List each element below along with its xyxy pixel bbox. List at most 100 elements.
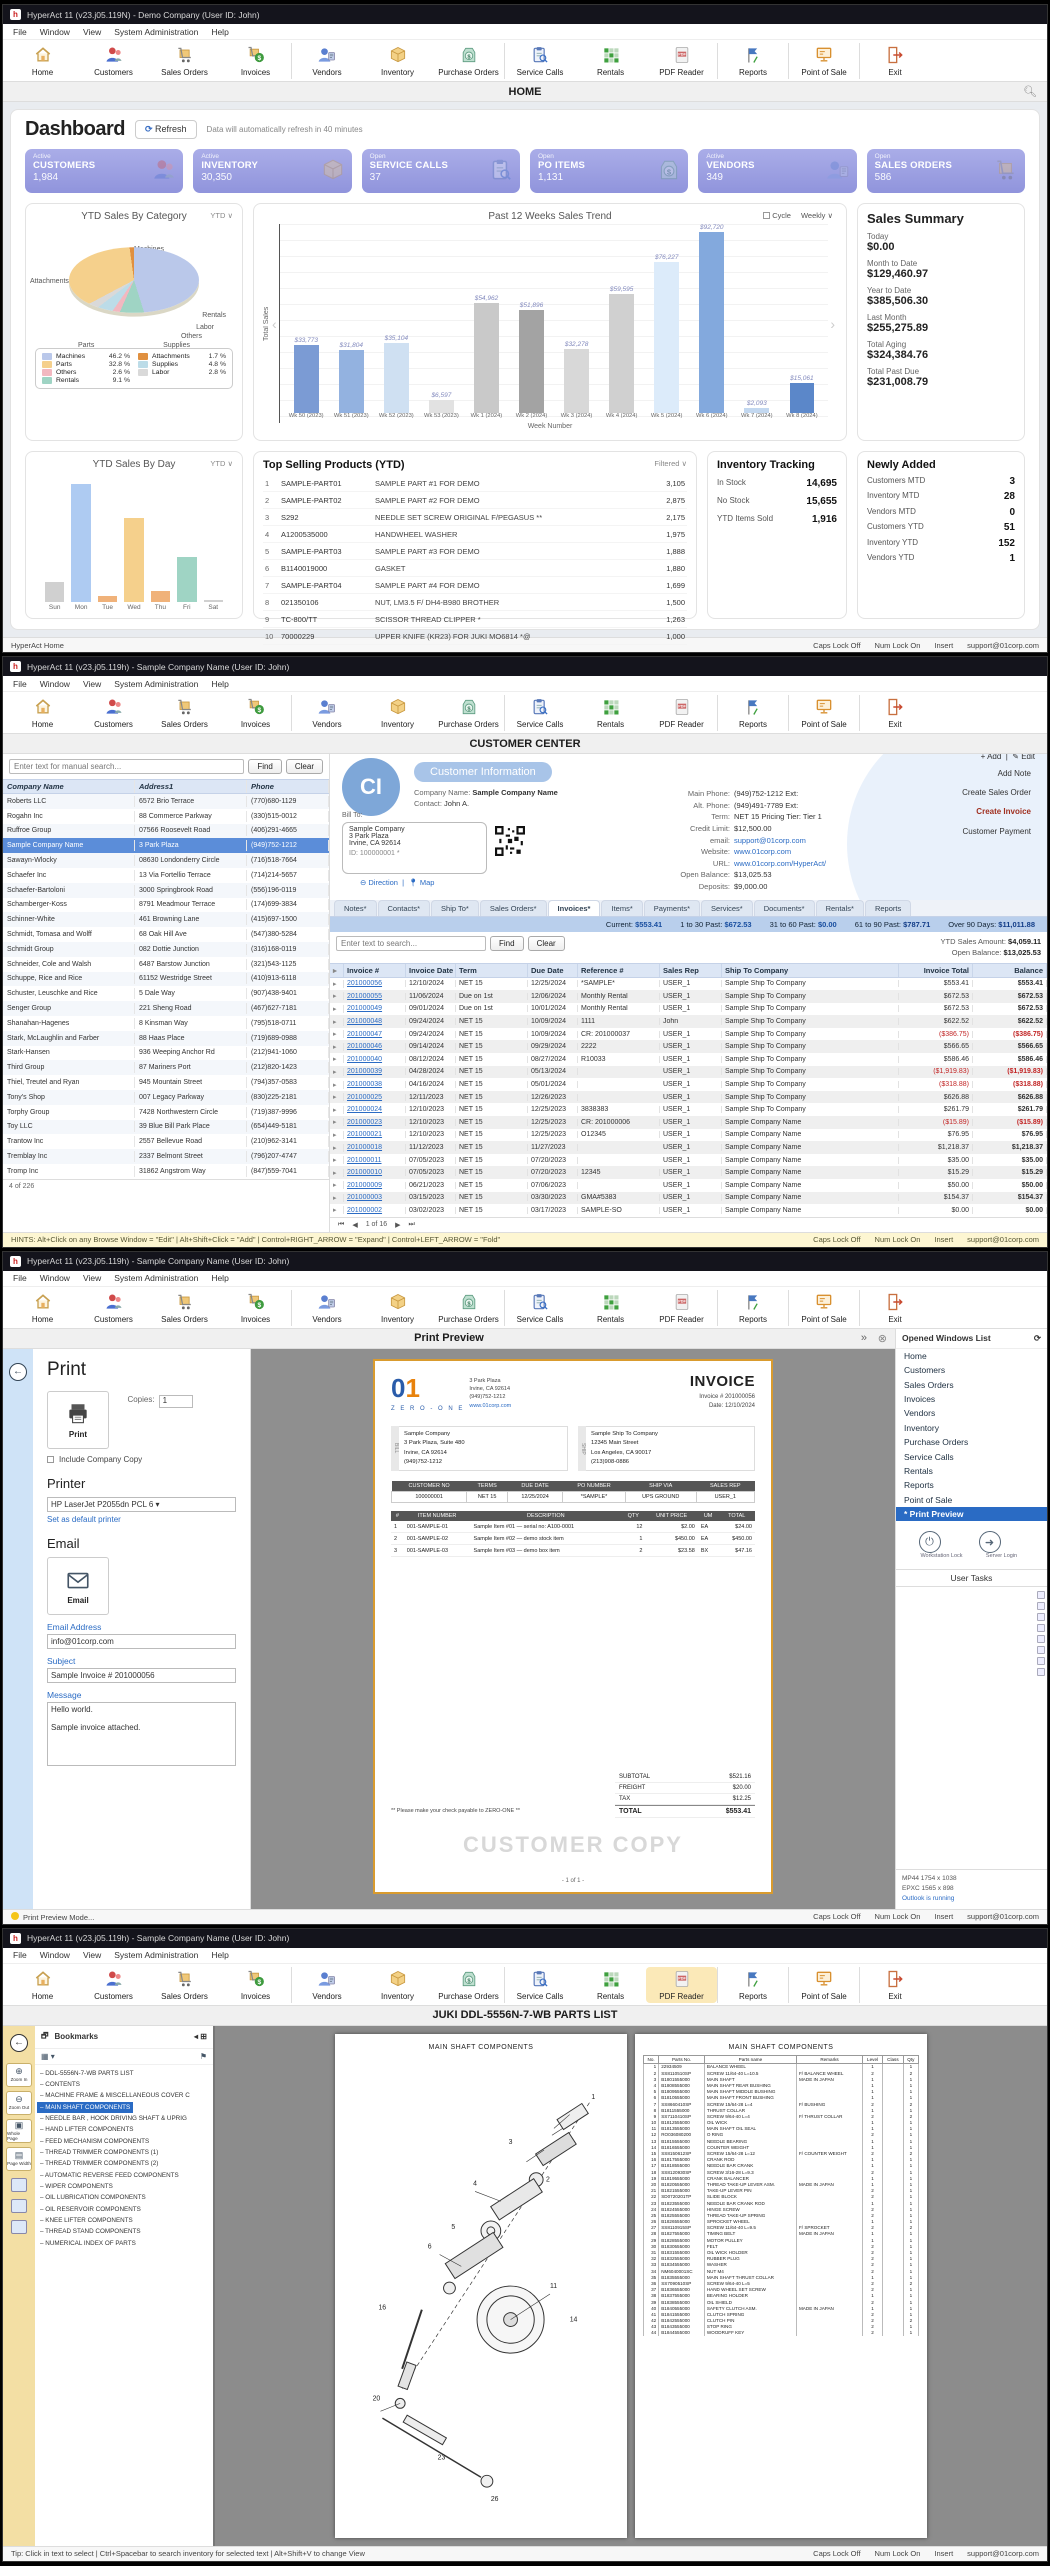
titlebar[interactable]: h HyperAct 11 (v23.j05.119h) - Sample Co… xyxy=(3,657,1047,676)
top-product-row[interactable]: 7 SAMPLE-PART04 SAMPLE PART #4 FOR DEMO … xyxy=(263,577,687,594)
kpi-tile[interactable]: Open SERVICE CALLS 37 xyxy=(362,149,520,193)
edit-button[interactable]: ✎ Edit xyxy=(1012,754,1035,761)
opened-window-item[interactable]: Reports xyxy=(896,1478,1047,1492)
toolbar-button[interactable]: Reports xyxy=(717,43,788,79)
toolbar-button[interactable]: Inventory xyxy=(362,43,433,79)
invoice-number-link[interactable]: 201000021 xyxy=(347,1131,382,1138)
invoice-number-link[interactable]: 201000047 xyxy=(347,1031,382,1038)
bar[interactable] xyxy=(609,294,634,413)
detail-tab[interactable]: Documents* xyxy=(754,900,815,916)
bookmark-item[interactable]: – OIL LUBRICATION COMPONENTS xyxy=(37,2194,149,2201)
create-invoice-link[interactable]: Create Invoice xyxy=(962,802,1031,821)
kpi-tile[interactable]: Open PO ITEMS 1,131 xyxy=(530,149,688,193)
bookmark-item[interactable]: – NUMERICAL INDEX OF PARTS xyxy=(37,2240,139,2247)
day-bar[interactable] xyxy=(71,484,90,602)
invoice-row[interactable]: ▸ 201000018 11/12/2023 NET 15 11/27/2023… xyxy=(330,1141,1047,1154)
customer-row[interactable]: Third Group 87 Mariners Port (212)820-14… xyxy=(3,1060,329,1075)
menu-item[interactable]: System Administration xyxy=(114,1950,198,1960)
top-product-row[interactable]: 10 70000229 UPPER KNIFE (KR23) FOR JUKI … xyxy=(263,628,687,645)
toolbar-button[interactable]: Point of Sale xyxy=(788,43,859,79)
customer-row[interactable]: Schaefer Inc 13 Via Fortellio Terrace (7… xyxy=(3,868,329,883)
invoice-number-link[interactable]: 201000049 xyxy=(347,1005,382,1012)
opened-window-item[interactable]: Service Calls xyxy=(896,1449,1047,1463)
bookmark-item[interactable]: – MACHINE FRAME & MISCELLANEOUS COVER C xyxy=(37,2092,193,2099)
customer-row[interactable]: Stark-Hansen 936 Weeping Anchor Rd (212)… xyxy=(3,1046,329,1061)
menu-item[interactable]: File xyxy=(13,1273,27,1283)
detail-tab[interactable]: Payments* xyxy=(644,900,700,916)
top-product-row[interactable]: 5 SAMPLE-PART03 SAMPLE PART #3 FOR DEMO … xyxy=(263,543,687,560)
invoice-row[interactable]: ▸ 201000038 04/16/2024 NET 15 05/01/2024… xyxy=(330,1078,1047,1091)
bar[interactable] xyxy=(699,232,724,413)
menu-item[interactable]: Window xyxy=(40,1950,70,1960)
opened-window-item[interactable]: Rentals xyxy=(896,1464,1047,1478)
invoice-number-link[interactable]: 201000010 xyxy=(347,1169,382,1176)
toolbar-button[interactable]: Point of Sale xyxy=(788,1967,859,2003)
toolbar-button[interactable]: PDF Reader xyxy=(646,1290,717,1326)
export-tool-icon[interactable] xyxy=(11,2220,27,2234)
toolbar-button[interactable]: PDF Reader xyxy=(646,43,717,79)
opened-window-item[interactable]: Home xyxy=(896,1349,1047,1363)
pdf-tool-button[interactable]: ▤ Page Width xyxy=(6,2147,32,2171)
customer-row[interactable]: Ruffroe Group 07566 Roosevelt Road (406)… xyxy=(3,824,329,839)
pages-icon[interactable]: 🗗︎ xyxy=(41,2030,49,2044)
bookmark-item[interactable]: – HAND LIFTER COMPONENTS xyxy=(37,2126,136,2133)
toolbar-button[interactable]: Vendors xyxy=(291,1290,362,1326)
customer-row[interactable]: Thiel, Treutel and Ryan 945 Mountain Str… xyxy=(3,1075,329,1090)
add-note-link[interactable]: Add Note xyxy=(962,764,1031,783)
toolbar-button[interactable]: Point of Sale xyxy=(788,695,859,731)
titlebar[interactable]: h HyperAct 11 (v23.j05.119N) - Demo Comp… xyxy=(3,5,1047,24)
map-link[interactable]: 📍︎ Map xyxy=(408,878,434,887)
invoice-row[interactable]: ▸ 201000049 09/01/2024 Due on 1st 10/01/… xyxy=(330,1003,1047,1016)
menu-item[interactable]: Help xyxy=(211,1950,228,1960)
toolbar-button[interactable]: Purchase Orders xyxy=(433,1967,504,2003)
print-tool-icon[interactable] xyxy=(11,2199,27,2213)
toolbar-button[interactable]: Rentals xyxy=(575,1967,646,2003)
invoice-number-link[interactable]: 201000038 xyxy=(347,1081,382,1088)
customer-row[interactable]: Trantow Inc 2557 Bellevue Road (210)962-… xyxy=(3,1134,329,1149)
pager-last[interactable]: ⏭ xyxy=(409,1221,415,1229)
toolbar-button[interactable]: Home xyxy=(7,1290,78,1326)
toolbar-button[interactable]: Sales Orders xyxy=(149,695,220,731)
toolbar-button[interactable]: PDF Reader xyxy=(646,1967,717,2003)
toolbar-button[interactable]: Invoices xyxy=(220,1290,291,1326)
settings-icon[interactable]: ⊗ xyxy=(878,1332,887,1345)
invoice-row[interactable]: ▸ 201000039 04/28/2024 NET 15 05/13/2024… xyxy=(330,1066,1047,1079)
bookmark-item[interactable]: – MAIN SHAFT COMPONENTS xyxy=(37,2102,133,2113)
toolbar-button[interactable]: Exit xyxy=(859,43,930,79)
bookmark-item[interactable]: – FEED MECHANISM COMPONENTS xyxy=(37,2138,152,2145)
invoice-row[interactable]: ▸ 201000023 12/10/2023 NET 15 12/25/2023… xyxy=(330,1116,1047,1129)
print-button[interactable]: Print xyxy=(47,1391,109,1449)
titlebar[interactable]: h HyperAct 11 (v23.j05.119h) - Sample Co… xyxy=(3,1252,1047,1271)
invoice-number-link[interactable]: 201000039 xyxy=(347,1068,382,1075)
day-bar[interactable] xyxy=(177,557,196,602)
opened-window-item[interactable]: * Print Preview xyxy=(896,1507,1047,1521)
kpi-tile[interactable]: Open SALES ORDERS 586 xyxy=(867,149,1025,193)
invoice-number-link[interactable]: 201000046 xyxy=(347,1043,382,1050)
toolbar-button[interactable]: Invoices xyxy=(220,1967,291,2003)
interval-dropdown[interactable]: Weekly ∨ xyxy=(801,211,833,220)
kpi-tile[interactable]: Active VENDORS 349 xyxy=(698,149,856,193)
toolbar-button[interactable]: Inventory xyxy=(362,1290,433,1326)
opened-window-item[interactable]: Invoices xyxy=(896,1392,1047,1406)
pdf-tool-button[interactable]: ▣ Whole Page xyxy=(6,2119,32,2143)
bookmark-item[interactable]: – CONTENTS xyxy=(37,2081,83,2088)
clear-button[interactable]: Clear xyxy=(528,936,565,951)
invoice-row[interactable]: ▸ 201000003 03/15/2023 NET 15 03/30/2023… xyxy=(330,1192,1047,1205)
customer-row[interactable]: Toy LLC 39 Blue Bill Park Place (654)449… xyxy=(3,1120,329,1135)
invoice-number-link[interactable]: 201000009 xyxy=(347,1182,382,1189)
toolbar-button[interactable]: Exit xyxy=(859,695,930,731)
include-copy-checkbox[interactable]: Include Company Copy xyxy=(47,1455,236,1464)
menu-item[interactable]: System Administration xyxy=(114,27,198,37)
workstation-lock-button[interactable]: ⏻ xyxy=(919,1531,941,1553)
opened-window-item[interactable]: Purchase Orders xyxy=(896,1435,1047,1449)
toolbar-button[interactable]: Vendors xyxy=(291,43,362,79)
toolbar-button[interactable]: Customers xyxy=(78,1290,149,1326)
opened-window-item[interactable]: Customers xyxy=(896,1363,1047,1377)
find-button[interactable]: Find xyxy=(248,759,282,774)
invoice-number-link[interactable]: 201000040 xyxy=(347,1056,382,1063)
invoice-number-link[interactable]: 201000002 xyxy=(347,1207,382,1214)
top-product-row[interactable]: 2 SAMPLE-PART02 SAMPLE PART #2 FOR DEMO … xyxy=(263,492,687,509)
customer-row[interactable]: Sawayn-Wlocky 08630 Londonderry Circle (… xyxy=(3,853,329,868)
opened-window-item[interactable]: Sales Orders xyxy=(896,1378,1047,1392)
detail-tab[interactable]: Rentals* xyxy=(816,900,864,916)
